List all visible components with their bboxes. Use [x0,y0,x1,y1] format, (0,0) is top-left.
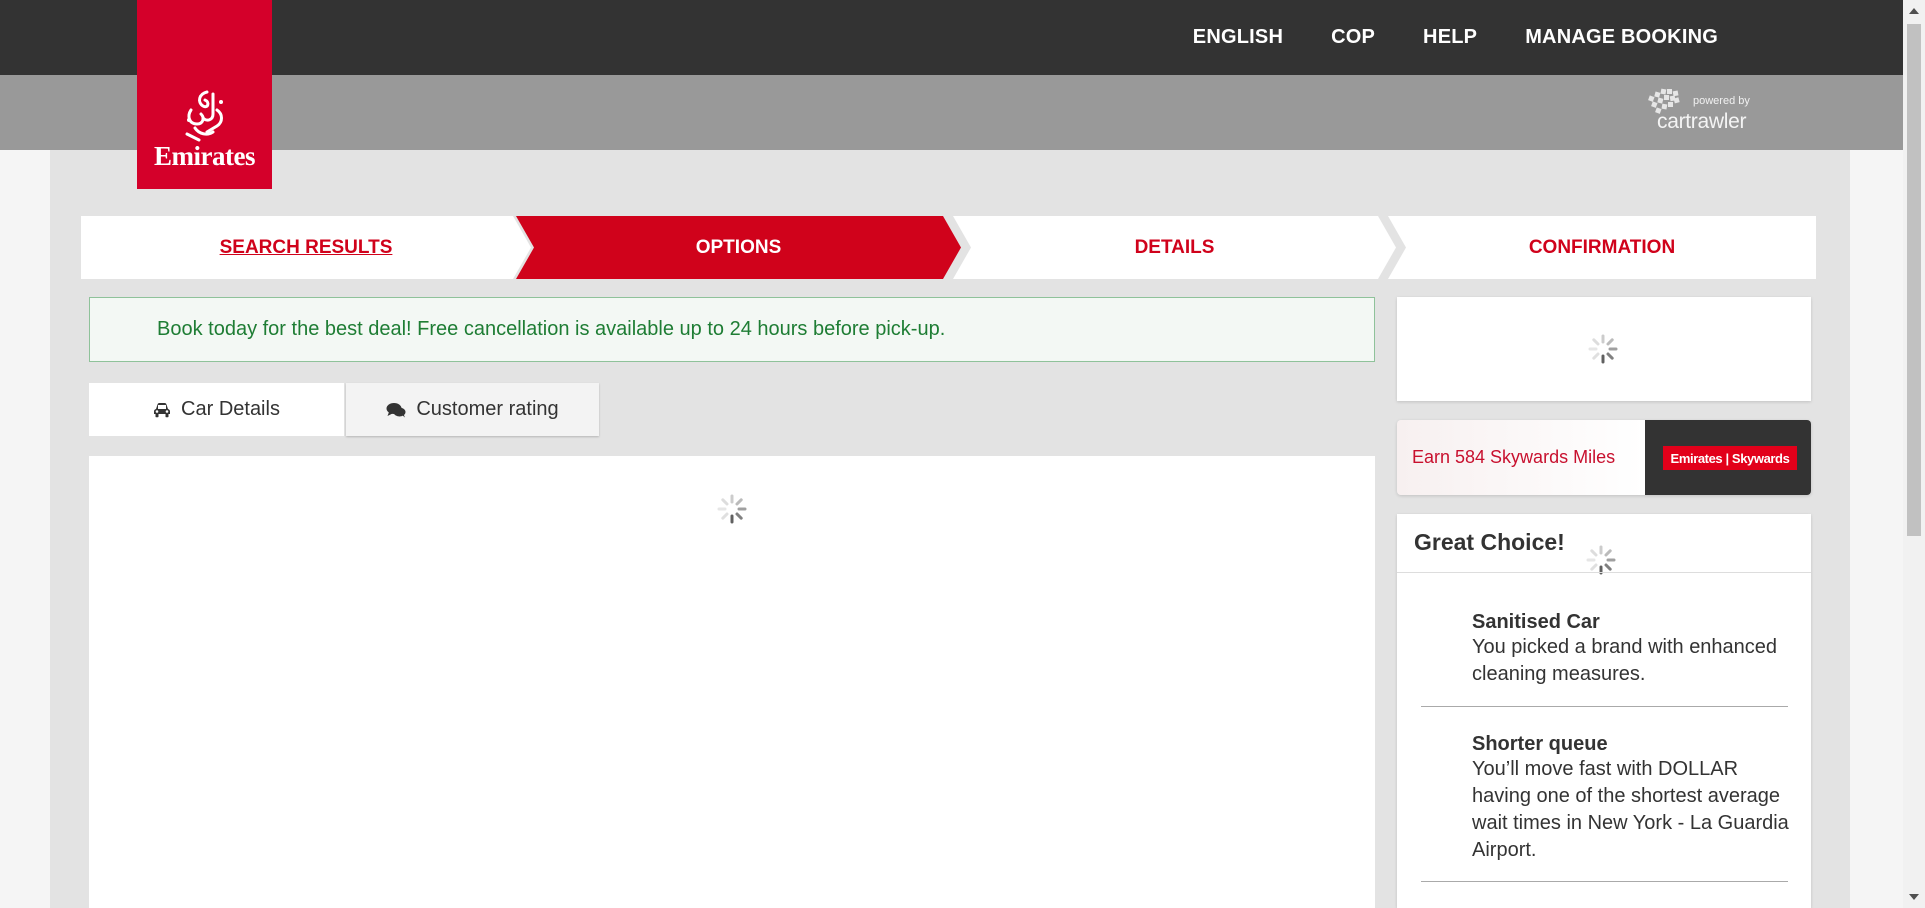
tab-car-details[interactable]: Car Details [89,383,344,436]
manage-booking-link[interactable]: MANAGE BOOKING [1525,26,1718,49]
skywards-logo: Emirates | Skywards [1663,446,1797,470]
divider [1421,881,1788,882]
powered-by-label: powered by [1693,95,1750,107]
feature-shorter-queue: Shorter queue You’ll move fast with DOLL… [1472,733,1792,864]
great-choice-card: Great Choice! Sanitised Car You picked a… [1397,514,1811,908]
feature-text: You’ll move fast with DOLLAR having one … [1472,758,1789,861]
great-choice-title: Great Choice! [1414,529,1565,555]
step-search-results[interactable]: SEARCH RESULTS [81,216,531,279]
booking-summary-card [1397,297,1811,401]
feature-title: Shorter queue [1472,733,1608,755]
top-nav-bar: ENGLISH COP HELP MANAGE BOOKING [0,0,1903,75]
page-scrollbar[interactable] [1903,0,1925,908]
scrollbar-thumb[interactable] [1907,24,1921,536]
step-details-label: DETAILS [1134,236,1215,258]
cartrawler-wordmark: cartrawler [1657,110,1747,133]
feature-title: Sanitised Car [1472,611,1600,633]
sub-header-bar [0,75,1903,150]
emirates-logo[interactable]: Emirates [137,0,272,189]
logo-wordmark: Emirates [154,141,255,171]
powered-by-cartrawler: powered by cartrawler [1645,86,1760,138]
car-details-content [89,456,1375,908]
language-link[interactable]: ENGLISH [1193,26,1283,49]
loading-spinner-icon [717,494,747,524]
skywards-logo-area: Emirates | Skywards [1645,420,1811,495]
booking-progress-steps: SEARCH RESULTS OPTIONS DETAILS CONFIRMAT… [81,216,1816,279]
banner-text: Book today for the best deal! Free cance… [157,318,946,340]
divider [1397,572,1811,573]
comments-icon [386,402,406,417]
tab-customer-rating[interactable]: Customer rating [346,383,599,436]
free-cancellation-banner: Book today for the best deal! Free cance… [89,297,1375,362]
help-link[interactable]: HELP [1423,26,1477,49]
page-background-right [1850,150,1903,908]
step-options-label: OPTIONS [695,236,782,258]
feature-text: You picked a brand with enhanced cleanin… [1472,636,1778,685]
tab-customer-rating-label: Customer rating [416,398,559,420]
step-options: OPTIONS [516,216,961,279]
skywards-miles-card: Earn 584 Skywards Miles Emirates | Skywa… [1397,420,1811,495]
tab-car-details-label: Car Details [181,398,280,420]
top-nav: ENGLISH COP HELP MANAGE BOOKING [1193,0,1718,75]
step-search-results-label: SEARCH RESULTS [219,236,393,258]
loading-spinner-icon [1588,334,1618,364]
feature-sanitised-car: Sanitised Car You picked a brand with en… [1472,611,1792,688]
skywards-earn-text: Earn 584 Skywards Miles [1397,420,1645,495]
step-confirmation: CONFIRMATION [1388,216,1816,279]
scroll-up-arrow-icon[interactable] [1909,8,1919,14]
car-icon [154,402,171,417]
currency-link[interactable]: COP [1331,26,1375,49]
scroll-down-arrow-icon[interactable] [1909,894,1919,900]
step-confirmation-label: CONFIRMATION [1528,236,1676,258]
step-details: DETAILS [953,216,1396,279]
emirates-arabic-calligraphy-icon [185,90,223,142]
divider [1421,706,1788,707]
